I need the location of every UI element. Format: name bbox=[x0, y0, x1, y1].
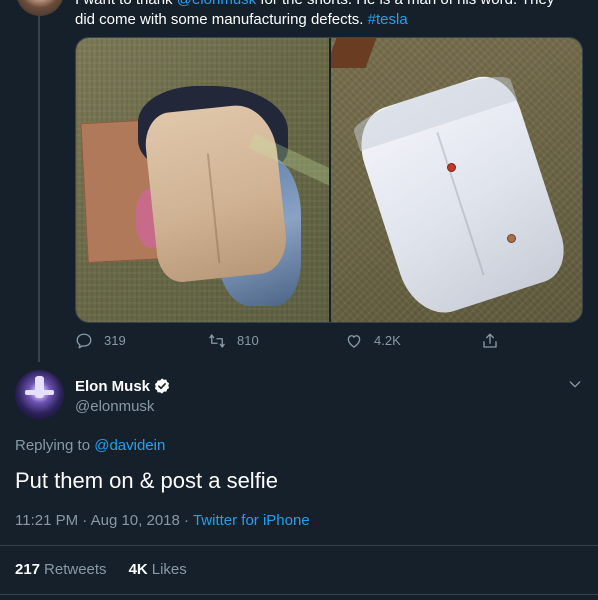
author-display-name[interactable]: Elon Musk bbox=[75, 378, 150, 395]
author-name-row[interactable]: Elon Musk bbox=[75, 377, 171, 395]
retweet-action[interactable]: 810 bbox=[208, 332, 259, 350]
reply-action[interactable]: 319 bbox=[75, 332, 126, 350]
meta-separator: · bbox=[82, 512, 88, 529]
likes-stat[interactable]: 4K Likes bbox=[129, 561, 187, 578]
replying-to-mention[interactable]: @davidein bbox=[94, 437, 165, 454]
author-handle[interactable]: @elonmusk bbox=[75, 398, 154, 415]
replying-to-line: Replying to @davidein bbox=[15, 437, 165, 454]
replying-label: Replying to bbox=[15, 437, 95, 454]
retweet-icon bbox=[209, 334, 225, 348]
previous-tweet-text: I want to thank @elonmusk for the shorts… bbox=[75, 0, 595, 30]
tweet-time[interactable]: 11:21 PM bbox=[15, 512, 78, 529]
tan-logo-patch bbox=[507, 234, 516, 243]
divider-top bbox=[0, 545, 598, 546]
photo-white-shorts[interactable] bbox=[331, 38, 582, 322]
engagement-stats: 217 Retweets 4K Likes bbox=[15, 561, 209, 578]
white-shorts bbox=[349, 67, 574, 322]
elon-musk-avatar[interactable] bbox=[15, 370, 64, 419]
reply-icon bbox=[76, 333, 92, 349]
retweets-stat[interactable]: 217 Retweets bbox=[15, 561, 107, 578]
tweet-source-link[interactable]: Twitter for iPhone bbox=[193, 512, 310, 529]
thread-connector-line bbox=[38, 0, 40, 362]
mention-link[interactable]: @elonmusk bbox=[177, 0, 256, 8]
like-count: 4.2K bbox=[374, 333, 401, 348]
retweet-count: 810 bbox=[237, 333, 259, 348]
photo-clothes-pile[interactable] bbox=[76, 38, 329, 322]
tweet-date[interactable]: Aug 10, 2018 bbox=[91, 512, 180, 529]
previous-tweet-action-bar: 319 810 4.2K bbox=[75, 332, 583, 352]
reply-count: 319 bbox=[104, 333, 126, 348]
chevron-down-icon[interactable] bbox=[567, 376, 583, 392]
previous-tweet-text-part: did come with some manufacturing defects… bbox=[75, 11, 368, 28]
share-action[interactable] bbox=[481, 332, 510, 350]
previous-tweet-text-part: I want to thank bbox=[75, 0, 177, 8]
meta-separator: · bbox=[184, 512, 190, 529]
heart-icon bbox=[347, 335, 361, 348]
verified-badge-icon bbox=[154, 378, 170, 394]
previous-tweet-text-part: for the shorts. He is a man of his word.… bbox=[256, 0, 554, 8]
red-logo-patch bbox=[447, 163, 456, 172]
likes-label: Likes bbox=[151, 561, 187, 578]
divider-bottom bbox=[0, 594, 598, 595]
tweet-body: Put them on & post a selfie bbox=[15, 468, 278, 493]
previous-tweet-avatar[interactable] bbox=[16, 0, 64, 16]
wood-corner bbox=[331, 38, 377, 68]
share-icon bbox=[483, 333, 497, 348]
likes-count: 4K bbox=[128, 561, 148, 578]
tweet-metadata: 11:21 PM · Aug 10, 2018 · Twitter for iP… bbox=[15, 512, 310, 529]
hashtag-link[interactable]: #tesla bbox=[368, 11, 408, 28]
retweets-count: 217 bbox=[15, 561, 41, 578]
khaki-shorts bbox=[142, 101, 290, 285]
retweets-label: Retweets bbox=[44, 561, 107, 578]
like-action[interactable]: 4.2K bbox=[345, 332, 401, 350]
media-grid bbox=[75, 37, 583, 323]
